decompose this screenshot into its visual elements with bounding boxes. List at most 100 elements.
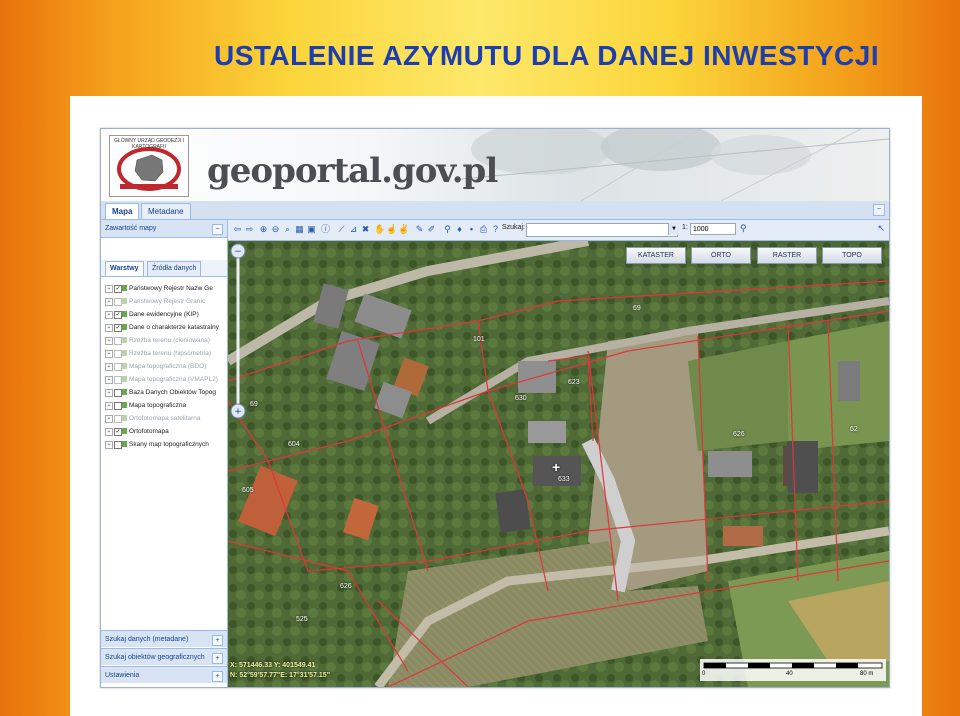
tab-zrodla-danych[interactable]: Źródła danych xyxy=(147,261,202,276)
orto-button[interactable]: ORTO xyxy=(691,247,751,264)
tab-mapa[interactable]: Mapa xyxy=(105,203,140,219)
info-icon[interactable]: ⓘ xyxy=(320,223,331,235)
parcel-label: 626 xyxy=(733,431,745,438)
expand-icon[interactable]: + xyxy=(105,441,113,449)
search-icon[interactable]: ⚲ xyxy=(442,223,453,235)
tab-metadane[interactable]: Metadane xyxy=(141,203,191,219)
scale-input[interactable]: 1000 xyxy=(690,223,736,235)
expand-icon[interactable]: + xyxy=(105,298,113,306)
layer-item[interactable]: + Baza Danych Obiektów Topog xyxy=(105,386,225,399)
layer-checkbox[interactable] xyxy=(114,441,122,449)
full-extent-icon[interactable]: ▦ xyxy=(294,223,305,235)
layer-checkbox[interactable] xyxy=(114,376,122,384)
layer-item[interactable]: + Rzeźba terenu (cieniowana) xyxy=(105,334,225,347)
layer-checkbox[interactable]: ✓ xyxy=(114,311,122,319)
parcel-label: 62 xyxy=(850,426,858,433)
layer-checkbox[interactable] xyxy=(114,363,122,371)
expand-icon[interactable]: + xyxy=(105,389,113,397)
banner: GŁÓWNY URZĄD GEODEZJI I KARTOGRAFII geop… xyxy=(101,129,889,201)
parcel-label: 626 xyxy=(340,583,352,590)
geoportal-window: GŁÓWNY URZĄD GEODEZJI I KARTOGRAFII geop… xyxy=(100,128,890,688)
zoom-to-scale-icon[interactable]: ⚲ xyxy=(740,223,747,234)
layer-item[interactable]: + ✓ Państwowy Rejestr Nazw Ge xyxy=(105,282,225,295)
expand-icon[interactable]: + xyxy=(212,653,223,664)
arrow-right-icon[interactable]: ⇨ xyxy=(244,223,255,235)
parcel-label: 630 xyxy=(515,395,527,402)
expand-icon[interactable]: + xyxy=(105,350,113,358)
layer-label: Państwowy Rejestr Nazw Ge xyxy=(129,285,213,292)
expand-icon[interactable]: + xyxy=(105,337,113,345)
settings-section[interactable]: Ustawienia + xyxy=(101,666,227,683)
expand-icon[interactable]: + xyxy=(105,402,113,410)
topo-button[interactable]: TOPO xyxy=(822,247,882,264)
print-icon[interactable]: ⎙ xyxy=(478,223,489,235)
panel-collapse-icon[interactable]: − xyxy=(212,224,223,235)
expand-icon[interactable]: + xyxy=(105,376,113,384)
gugik-logo[interactable]: GŁÓWNY URZĄD GEODEZJI I KARTOGRAFII xyxy=(109,135,189,197)
measure-length-icon[interactable]: ⟋ xyxy=(336,223,347,235)
hand-icon[interactable]: ✌ xyxy=(398,223,409,235)
zoom-out-icon[interactable]: ⊖ xyxy=(270,223,281,235)
zoom-slider[interactable]: − + xyxy=(228,241,248,421)
collapse-icon[interactable]: − xyxy=(873,204,885,216)
expand-icon[interactable]: + xyxy=(105,415,113,423)
expand-icon[interactable]: + xyxy=(105,285,113,293)
draw-icon[interactable]: ✐ xyxy=(426,223,437,235)
raster-button[interactable]: RASTER xyxy=(757,247,817,264)
layer-label: Mapa topograficzna (VMAPL2) xyxy=(129,376,218,383)
clear-icon[interactable]: ✖ xyxy=(360,223,371,235)
arrow-corner-icon[interactable]: ↖ xyxy=(877,223,885,234)
arrow-left-icon[interactable]: ⇦ xyxy=(232,223,243,235)
expand-icon[interactable]: + xyxy=(105,311,113,319)
select-icon[interactable]: ☝ xyxy=(386,223,397,235)
logo-caption: GŁÓWNY URZĄD GEODEZJI I KARTOGRAFII xyxy=(114,138,184,150)
zoom-box-icon[interactable]: ⌕ xyxy=(282,223,293,235)
map-view[interactable]: KATASTER ORTO RASTER TOPO − + 101 69 623… xyxy=(228,241,889,687)
expand-icon[interactable]: + xyxy=(105,324,113,332)
expand-icon[interactable]: + xyxy=(105,363,113,371)
layer-checkbox[interactable] xyxy=(114,389,122,397)
scale-label-40: 40 xyxy=(786,671,793,677)
help-icon[interactable]: ? xyxy=(490,223,501,235)
layer-item[interactable]: + ✓ Ortofotomapa xyxy=(105,425,225,438)
layer-icon xyxy=(122,441,127,447)
layer-item[interactable]: + Rzeźba terenu (hipsometria) xyxy=(105,347,225,360)
layer-item[interactable]: + Mapa topograficzna xyxy=(105,399,225,412)
chevron-down-icon[interactable]: ▼ xyxy=(668,223,679,235)
layer-item[interactable]: + Mapa topograficzna (VMAPL2) xyxy=(105,373,225,386)
layer-checkbox[interactable] xyxy=(114,298,122,306)
expand-icon[interactable]: + xyxy=(212,671,223,682)
layer-item[interactable]: + ✓ Dane o charakterze katastralny xyxy=(105,321,225,334)
layer-checkbox[interactable] xyxy=(114,402,122,410)
tab-warstwy[interactable]: Warstwy xyxy=(105,261,144,276)
pencil-icon[interactable]: ✎ xyxy=(414,223,425,235)
layer-item[interactable]: + Skany map topograficznych xyxy=(105,438,225,451)
expand-icon[interactable]: + xyxy=(212,635,223,646)
measure-area-icon[interactable]: ⊿ xyxy=(348,223,359,235)
brand-name[interactable]: geoportal.gov.pl xyxy=(207,151,498,191)
layer-checkbox[interactable] xyxy=(114,337,122,345)
layer-checkbox[interactable]: ✓ xyxy=(114,428,122,436)
parcel-label: 525 xyxy=(296,616,308,623)
kataster-button[interactable]: KATASTER xyxy=(626,247,686,264)
layer-checkbox[interactable] xyxy=(114,415,122,423)
layer-checkbox[interactable]: ✓ xyxy=(114,324,122,332)
layer-item[interactable]: + Państwowy Rejestr Granic xyxy=(105,295,225,308)
pan-icon[interactable]: ✋ xyxy=(374,223,385,235)
search-metadata-section[interactable]: Szukaj danych (metadane) + xyxy=(101,630,227,647)
panel-tab-bar: Warstwy Źródła danych xyxy=(101,260,227,277)
layer-checkbox[interactable]: ✓ xyxy=(114,285,122,293)
expand-icon[interactable]: + xyxy=(105,428,113,436)
layer-item[interactable]: + ✓ Dane ewidencyjne (KIP) xyxy=(105,308,225,321)
drop-icon[interactable]: ♦ xyxy=(454,223,465,235)
search-input[interactable] xyxy=(526,223,678,237)
layer-checkbox[interactable] xyxy=(114,350,122,358)
search-geographic-section[interactable]: Szukaj obiektów geograficznych + xyxy=(101,648,227,665)
layer-item[interactable]: + Mapa topograficzna (BDO) xyxy=(105,360,225,373)
layer-label: Ortofotomapa satelitarna xyxy=(129,415,201,422)
save-icon[interactable]: ▪ xyxy=(466,223,477,235)
grid-icon[interactable]: ▣ xyxy=(306,223,317,235)
search-label: Szukaj: xyxy=(502,224,525,231)
layer-item[interactable]: + Ortofotomapa satelitarna xyxy=(105,412,225,425)
zoom-in-icon[interactable]: ⊕ xyxy=(258,223,269,235)
